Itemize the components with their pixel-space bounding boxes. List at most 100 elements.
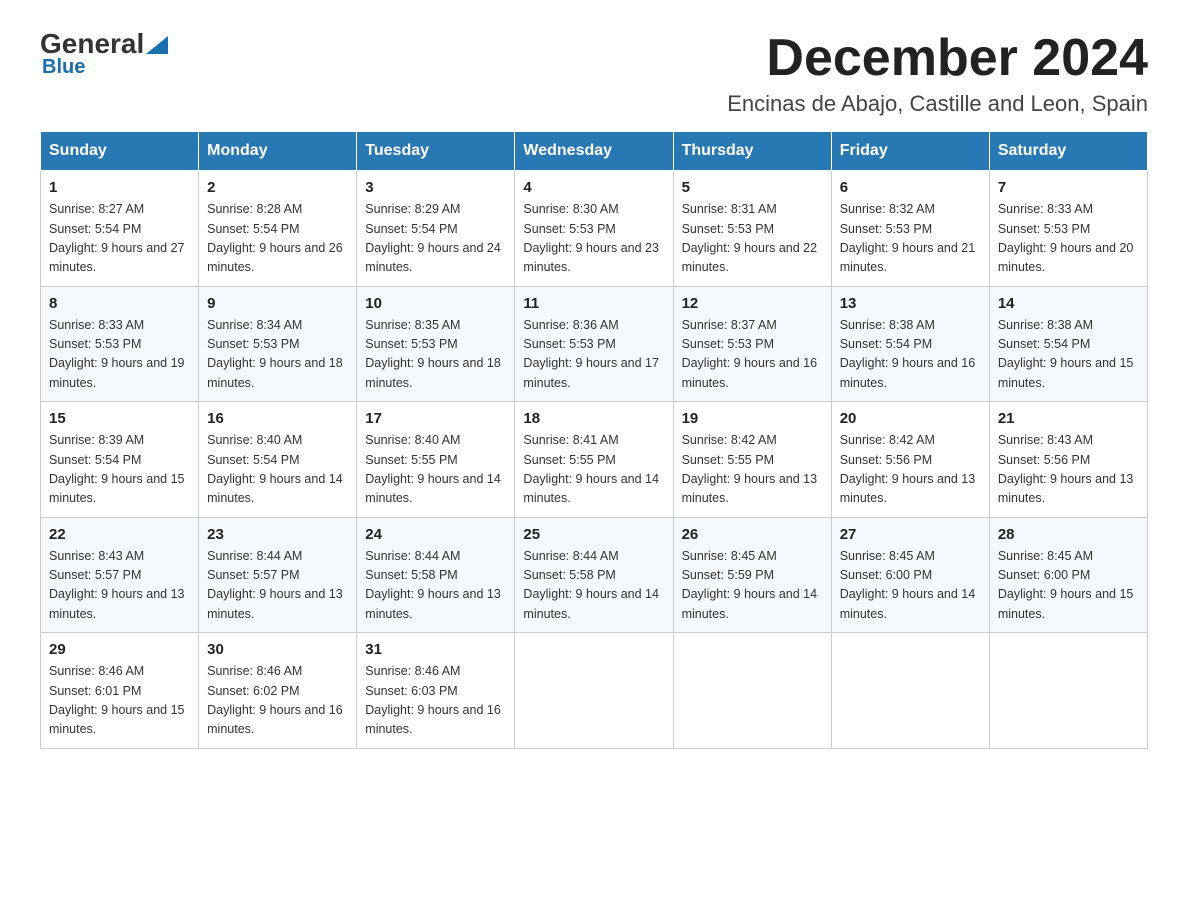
day-cell-31: 31 Sunrise: 8:46 AMSunset: 6:03 PMDayligh… (357, 633, 515, 749)
day-number: 18 (523, 410, 664, 427)
empty-cell (989, 633, 1147, 749)
day-number: 11 (523, 295, 664, 312)
day-cell-10: 10Sunrise: 8:35 AMSunset: 5:53 PMDayligh… (357, 286, 515, 402)
day-cell-19: 19 Sunrise: 8:42 AMSunset: 5:55 PMDayligh… (673, 402, 831, 518)
day-info: Sunrise: 8:33 AMSunset: 5:53 PMDaylight:… (998, 200, 1139, 278)
week-row-5: 29 Sunrise: 8:46 AMSunset: 6:01 PMDayligh… (41, 633, 1148, 749)
day-info: Sunrise: 8:46 AMSunset: 6:03 PMDaylight:… (365, 662, 506, 740)
day-cell-22: 22 Sunrise: 8:43 AMSunset: 5:57 PMDayligh… (41, 517, 199, 633)
weekday-header-row: SundayMondayTuesdayWednesdayThursdayFrid… (41, 132, 1148, 171)
day-cell-25: 25 Sunrise: 8:44 AMSunset: 5:58 PMDayligh… (515, 517, 673, 633)
week-row-2: 8 Sunrise: 8:33 AMSunset: 5:53 PMDaylight… (41, 286, 1148, 402)
week-row-1: 1 Sunrise: 8:27 AMSunset: 5:54 PMDaylight… (41, 171, 1148, 287)
day-number: 12 (682, 295, 823, 312)
logo: General Blue (40, 30, 168, 79)
day-info: Sunrise: 8:45 AMSunset: 5:59 PMDaylight:… (682, 547, 823, 625)
day-cell-7: 7 Sunrise: 8:33 AMSunset: 5:53 PMDaylight… (989, 171, 1147, 287)
day-info: Sunrise: 8:44 AMSunset: 5:58 PMDaylight:… (523, 547, 664, 625)
day-number: 29 (49, 641, 190, 658)
day-info: Sunrise: 8:45 AMSunset: 6:00 PMDaylight:… (840, 547, 981, 625)
day-cell-21: 21 Sunrise: 8:43 AMSunset: 5:56 PMDayligh… (989, 402, 1147, 518)
day-info: Sunrise: 8:31 AMSunset: 5:53 PMDaylight:… (682, 200, 823, 278)
weekday-tuesday: Tuesday (357, 132, 515, 171)
day-info: Sunrise: 8:40 AMSunset: 5:55 PMDaylight:… (365, 431, 506, 509)
day-info: Sunrise: 8:34 AMSunset: 5:53 PMDaylight:… (207, 316, 348, 394)
day-number: 22 (49, 526, 190, 543)
day-info: Sunrise: 8:42 AMSunset: 5:56 PMDaylight:… (840, 431, 981, 509)
day-cell-16: 16 Sunrise: 8:40 AMSunset: 5:54 PMDayligh… (199, 402, 357, 518)
day-cell-8: 8 Sunrise: 8:33 AMSunset: 5:53 PMDaylight… (41, 286, 199, 402)
day-cell-20: 20 Sunrise: 8:42 AMSunset: 5:56 PMDayligh… (831, 402, 989, 518)
day-info: Sunrise: 8:27 AMSunset: 5:54 PMDaylight:… (49, 200, 190, 278)
day-info: Sunrise: 8:40 AMSunset: 5:54 PMDaylight:… (207, 431, 348, 509)
day-cell-17: 17Sunrise: 8:40 AMSunset: 5:55 PMDayligh… (357, 402, 515, 518)
day-info: Sunrise: 8:41 AMSunset: 5:55 PMDaylight:… (523, 431, 664, 509)
day-number: 30 (207, 641, 348, 658)
day-info: Sunrise: 8:46 AMSunset: 6:02 PMDaylight:… (207, 662, 348, 740)
day-info: Sunrise: 8:37 AMSunset: 5:53 PMDaylight:… (682, 316, 823, 394)
month-title: December 2024 (727, 30, 1148, 87)
day-number: 28 (998, 526, 1139, 543)
day-number: 9 (207, 295, 348, 312)
weekday-monday: Monday (199, 132, 357, 171)
day-cell-30: 30 Sunrise: 8:46 AMSunset: 6:02 PMDayligh… (199, 633, 357, 749)
day-info: Sunrise: 8:43 AMSunset: 5:56 PMDaylight:… (998, 431, 1139, 509)
day-cell-18: 18 Sunrise: 8:41 AMSunset: 5:55 PMDayligh… (515, 402, 673, 518)
day-number: 8 (49, 295, 190, 312)
day-cell-28: 28 Sunrise: 8:45 AMSunset: 6:00 PMDayligh… (989, 517, 1147, 633)
day-number: 15 (49, 410, 190, 427)
weekday-thursday: Thursday (673, 132, 831, 171)
day-number: 31 (365, 641, 506, 658)
day-number: 25 (523, 526, 664, 543)
day-info: Sunrise: 8:46 AMSunset: 6:01 PMDaylight:… (49, 662, 190, 740)
day-cell-3: 3Sunrise: 8:29 AMSunset: 5:54 PMDaylight… (357, 171, 515, 287)
title-block: December 2024 Encinas de Abajo, Castille… (727, 30, 1148, 117)
day-cell-24: 24 Sunrise: 8:44 AMSunset: 5:58 PMDayligh… (357, 517, 515, 633)
day-number: 7 (998, 179, 1139, 196)
weekday-wednesday: Wednesday (515, 132, 673, 171)
empty-cell (831, 633, 989, 749)
weekday-sunday: Sunday (41, 132, 199, 171)
page-header: General Blue December 2024 Encinas de Ab… (40, 30, 1148, 117)
day-info: Sunrise: 8:38 AMSunset: 5:54 PMDaylight:… (998, 316, 1139, 394)
day-info: Sunrise: 8:33 AMSunset: 5:53 PMDaylight:… (49, 316, 190, 394)
day-cell-26: 26 Sunrise: 8:45 AMSunset: 5:59 PMDayligh… (673, 517, 831, 633)
day-number: 19 (682, 410, 823, 427)
week-row-3: 15Sunrise: 8:39 AMSunset: 5:54 PMDayligh… (41, 402, 1148, 518)
day-number: 26 (682, 526, 823, 543)
day-cell-27: 27Sunrise: 8:45 AMSunset: 6:00 PMDayligh… (831, 517, 989, 633)
day-number: 21 (998, 410, 1139, 427)
day-number: 6 (840, 179, 981, 196)
day-cell-2: 2Sunrise: 8:28 AMSunset: 5:54 PMDaylight… (199, 171, 357, 287)
day-cell-5: 5 Sunrise: 8:31 AMSunset: 5:53 PMDaylight… (673, 171, 831, 287)
day-info: Sunrise: 8:42 AMSunset: 5:55 PMDaylight:… (682, 431, 823, 509)
location-title: Encinas de Abajo, Castille and Leon, Spa… (727, 91, 1148, 117)
empty-cell (515, 633, 673, 749)
day-info: Sunrise: 8:44 AMSunset: 5:57 PMDaylight:… (207, 547, 348, 625)
day-cell-12: 12 Sunrise: 8:37 AMSunset: 5:53 PMDayligh… (673, 286, 831, 402)
day-cell-1: 1 Sunrise: 8:27 AMSunset: 5:54 PMDaylight… (41, 171, 199, 287)
day-info: Sunrise: 8:38 AMSunset: 5:54 PMDaylight:… (840, 316, 981, 394)
day-number: 16 (207, 410, 348, 427)
day-number: 1 (49, 179, 190, 196)
day-cell-13: 13Sunrise: 8:38 AMSunset: 5:54 PMDayligh… (831, 286, 989, 402)
day-info: Sunrise: 8:30 AMSunset: 5:53 PMDaylight:… (523, 200, 664, 278)
day-info: Sunrise: 8:43 AMSunset: 5:57 PMDaylight:… (49, 547, 190, 625)
logo-blue-text: Blue (42, 56, 85, 79)
day-info: Sunrise: 8:28 AMSunset: 5:54 PMDaylight:… (207, 200, 348, 278)
weekday-saturday: Saturday (989, 132, 1147, 171)
day-number: 23 (207, 526, 348, 543)
day-number: 4 (523, 179, 664, 196)
logo-text: General (40, 30, 168, 58)
day-number: 20 (840, 410, 981, 427)
week-row-4: 22 Sunrise: 8:43 AMSunset: 5:57 PMDayligh… (41, 517, 1148, 633)
day-cell-6: 6 Sunrise: 8:32 AMSunset: 5:53 PMDaylight… (831, 171, 989, 287)
day-number: 10 (365, 295, 506, 312)
day-info: Sunrise: 8:45 AMSunset: 6:00 PMDaylight:… (998, 547, 1139, 625)
day-number: 5 (682, 179, 823, 196)
day-info: Sunrise: 8:32 AMSunset: 5:53 PMDaylight:… (840, 200, 981, 278)
calendar-table: SundayMondayTuesdayWednesdayThursdayFrid… (40, 131, 1148, 749)
day-info: Sunrise: 8:44 AMSunset: 5:58 PMDaylight:… (365, 547, 506, 625)
day-number: 24 (365, 526, 506, 543)
day-cell-14: 14Sunrise: 8:38 AMSunset: 5:54 PMDayligh… (989, 286, 1147, 402)
